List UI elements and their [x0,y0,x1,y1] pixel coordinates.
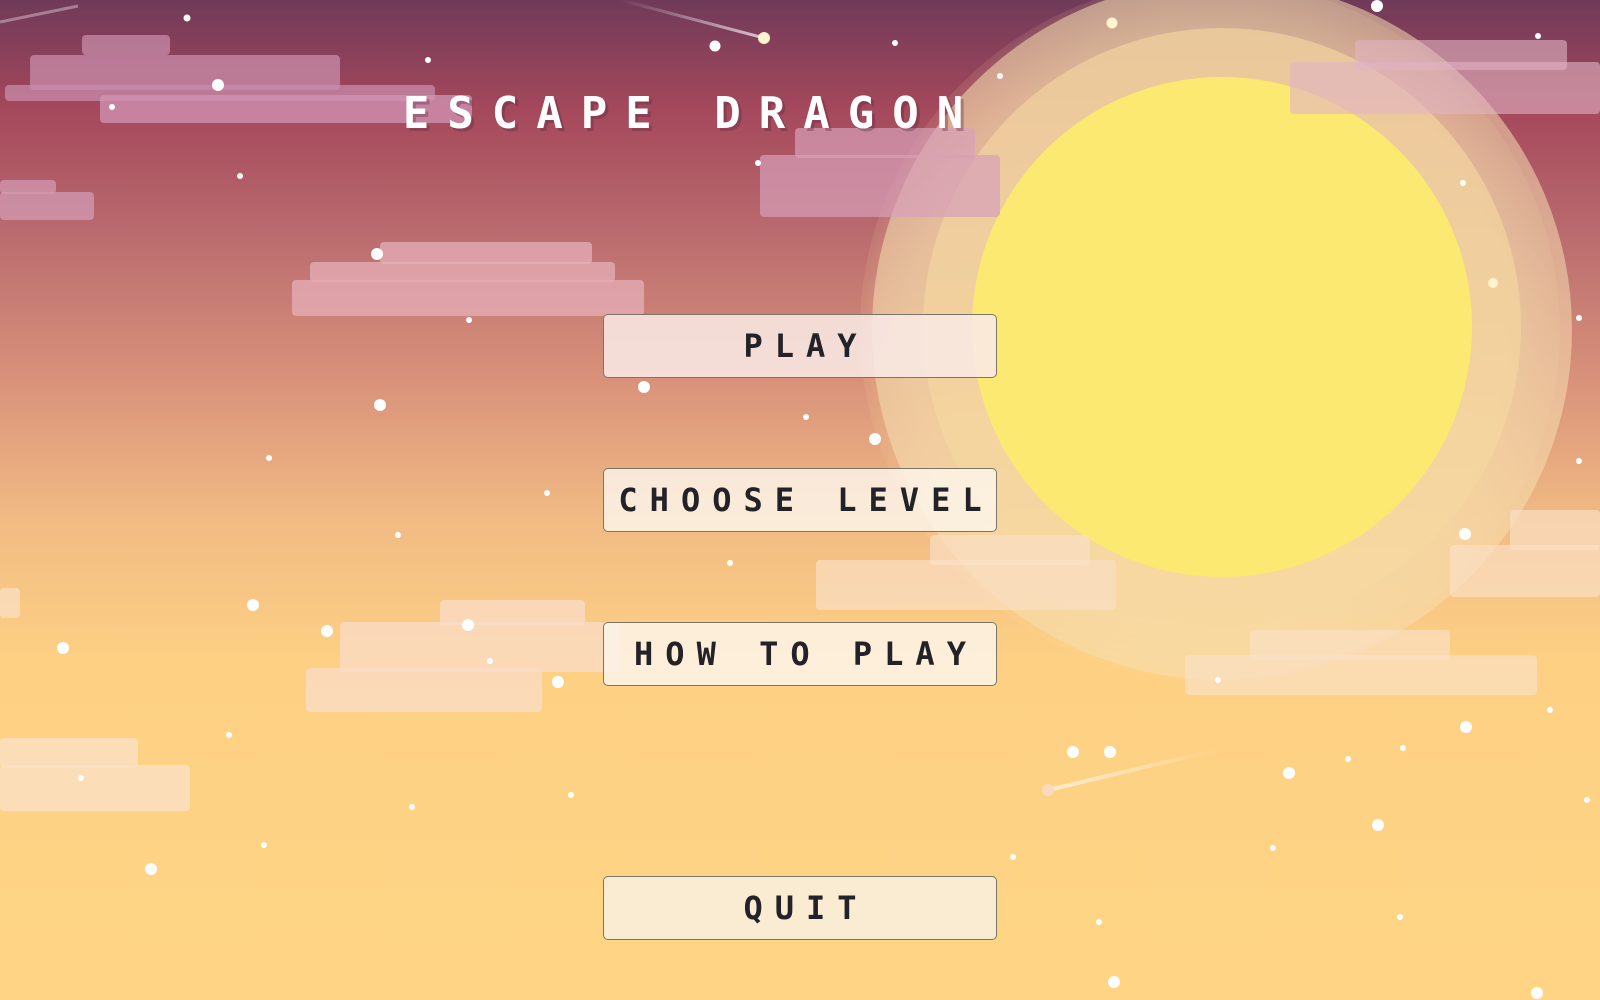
star [1400,745,1406,751]
star [1345,756,1351,762]
star [892,40,898,46]
star [544,490,550,496]
star [709,40,721,52]
star [487,658,493,664]
star [1584,797,1590,803]
star [1096,919,1102,925]
star [1576,315,1582,321]
star [1104,746,1116,758]
star [371,248,383,260]
star [552,676,564,688]
star [1576,458,1582,464]
star [462,619,474,631]
star [568,792,574,798]
star [247,599,259,611]
star [1283,767,1295,779]
star [1372,819,1384,831]
sky-background: ESCAPE DRAGON PLAY CHOOSE LEVEL HOW TO P… [0,0,1600,1000]
star [997,73,1003,79]
star [1371,0,1383,12]
star [1106,17,1118,29]
star [1460,721,1472,733]
star [1531,987,1543,999]
how-to-play-button-label: HOW TO PLAY [634,635,978,673]
star [183,14,191,22]
quit-button-label: QUIT [743,889,869,927]
star [803,414,809,420]
star [261,842,267,848]
game-title: ESCAPE DRAGON [402,88,982,139]
star [638,381,650,393]
star [78,775,84,781]
star [1535,33,1541,39]
star [145,863,157,875]
star [1108,976,1120,988]
star [1215,677,1221,683]
play-button-label: PLAY [743,327,869,365]
star [727,560,733,566]
star [374,399,386,411]
star [466,317,472,323]
star [1067,746,1079,758]
star [1488,278,1498,288]
play-button[interactable]: PLAY [603,314,997,378]
star [869,433,881,445]
star [1397,914,1403,920]
star [1460,180,1466,186]
how-to-play-button[interactable]: HOW TO PLAY [603,622,997,686]
star [321,625,333,637]
star [755,160,761,166]
quit-button[interactable]: QUIT [603,876,997,940]
star [1547,707,1553,713]
choose-level-button-label: CHOOSE LEVEL [618,481,994,519]
star [266,455,272,461]
star [1270,845,1276,851]
star [1010,854,1016,860]
star [1459,528,1471,540]
star [395,532,401,538]
star [226,732,232,738]
star [57,642,69,654]
star [237,173,243,179]
star [409,804,415,810]
choose-level-button[interactable]: CHOOSE LEVEL [603,468,997,532]
star [425,57,431,63]
